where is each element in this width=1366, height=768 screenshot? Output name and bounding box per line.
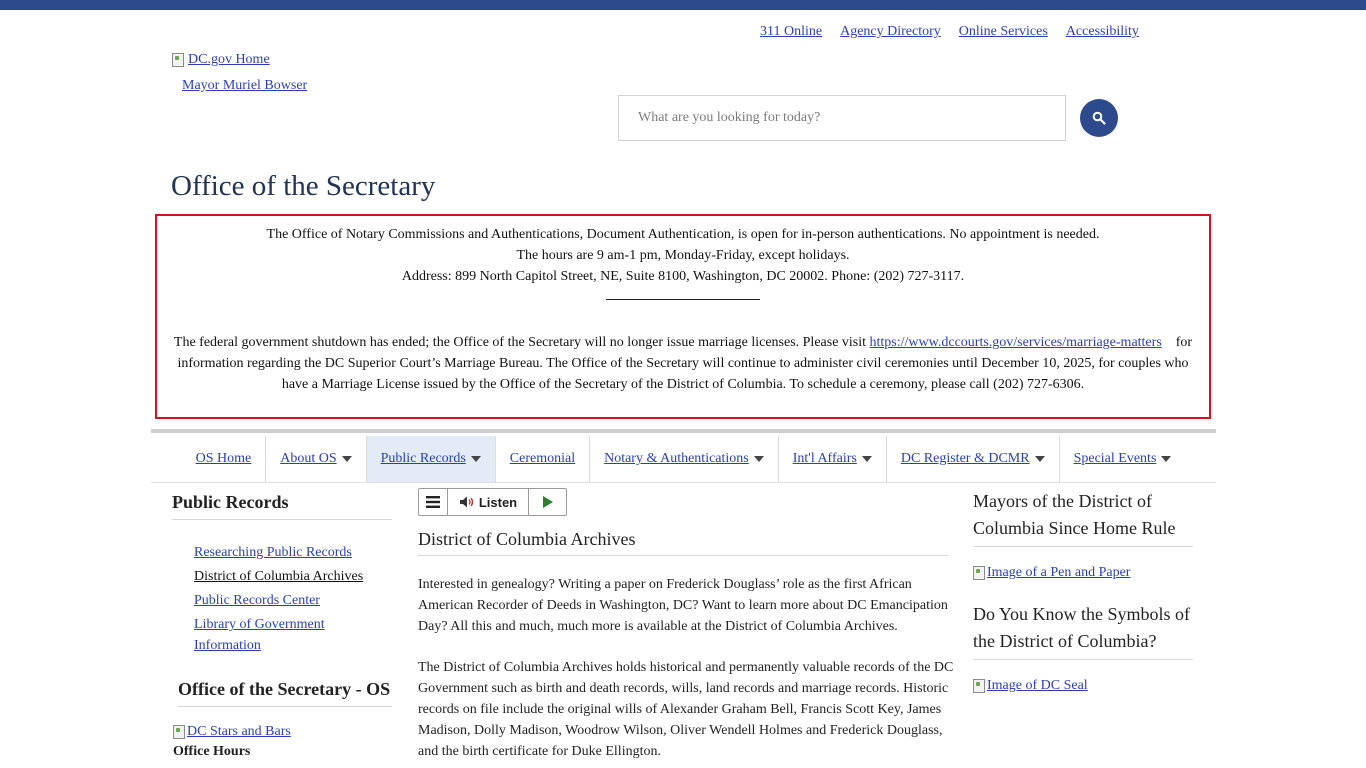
sidebar-heading-os: Office of the Secretary - OS <box>178 679 392 707</box>
symbols-heading: Do You Know the Symbols of the District … <box>973 601 1193 660</box>
utility-link-online-services[interactable]: Online Services <box>959 24 1048 40</box>
logo-alt-text: DC.gov Home <box>188 52 270 67</box>
listen-button[interactable]: Listen <box>448 489 529 515</box>
caret-down-icon[interactable] <box>470 456 481 462</box>
right-sidebar: Mayors of the District of Columbia Since… <box>973 488 1193 694</box>
alert-line-3: Address: 899 North Capitol Street, NE, S… <box>401 269 965 284</box>
nav-public-records[interactable]: Public Records <box>366 436 496 482</box>
nav-ceremonial-label[interactable]: Ceremonial <box>510 451 575 467</box>
alert-paragraph: The federal government shutdown has ende… <box>171 332 1195 395</box>
menu-icon <box>426 496 440 508</box>
broken-image-icon <box>172 53 184 67</box>
readspeaker-listen-bar: Listen <box>418 488 567 516</box>
caret-down-icon[interactable] <box>341 456 352 462</box>
caret-down-icon[interactable] <box>1034 456 1045 462</box>
main-nav: OS Home About OS Public Records Ceremoni… <box>151 436 1216 483</box>
dc-stars-image-link[interactable]: DC Stars and Bars <box>173 724 291 740</box>
dcgov-home-logo-link[interactable]: DC.gov Home <box>172 52 270 68</box>
play-icon <box>542 496 553 508</box>
sidebar-item-records-center: Public Records Center <box>194 590 392 611</box>
sidebar-link-archives[interactable]: District of Columbia Archives <box>194 569 363 584</box>
sidebar-item-archives: District of Columbia Archives <box>194 566 392 587</box>
dc-seal-image-link[interactable]: Image of DC Seal <box>973 678 1193 694</box>
main-heading: District of Columbia Archives <box>418 529 948 556</box>
marriage-matters-link[interactable]: https://www.dccourts.gov/services/marria… <box>870 335 1162 350</box>
page-title: Office of the Secretary <box>171 170 436 202</box>
nav-dc-register[interactable]: DC Register & DCMR <box>887 436 1060 482</box>
alert-line-2: The hours are 9 am-1 pm, Monday-Friday, … <box>516 248 850 263</box>
nav-os-home[interactable]: OS Home <box>182 436 267 482</box>
utility-links: 311 Online Agency Directory Online Servi… <box>760 24 1139 40</box>
mayor-link[interactable]: Mayor Muriel Bowser <box>182 78 307 94</box>
speaker-icon <box>459 496 474 508</box>
left-sidebar: Public Records Researching Public Record… <box>172 492 392 659</box>
caret-down-icon[interactable] <box>861 456 872 462</box>
sidebar-link-researching[interactable]: Researching Public Records <box>194 545 352 560</box>
pen-paper-image-link[interactable]: Image of a Pen and Paper <box>973 565 1193 581</box>
nav-notary-label[interactable]: Notary & Authentications <box>604 451 749 467</box>
sidebar-item-researching: Researching Public Records <box>194 542 392 563</box>
sidebar-link-records-center[interactable]: Public Records Center <box>194 593 320 608</box>
utility-link-accessibility[interactable]: Accessibility <box>1066 24 1139 40</box>
alert-box: The Office of Notary Commissions and Aut… <box>155 214 1211 419</box>
mayors-heading: Mayors of the District of Columbia Since… <box>973 488 1193 547</box>
sidebar-heading: Public Records <box>172 492 392 520</box>
nav-os-home-label[interactable]: OS Home <box>196 451 252 467</box>
listen-label: Listen <box>478 494 518 510</box>
utility-link-311-online[interactable]: 311 Online <box>760 24 822 40</box>
nav-public-records-label[interactable]: Public Records <box>381 451 466 467</box>
listen-play-button[interactable] <box>529 489 566 515</box>
main-paragraph-1: Interested in genealogy? Writing a paper… <box>418 577 948 634</box>
utility-link-agency-directory[interactable]: Agency Directory <box>840 24 941 40</box>
nav-notary-authentications[interactable]: Notary & Authentications <box>590 436 779 482</box>
nav-dc-register-label[interactable]: DC Register & DCMR <box>901 451 1030 467</box>
nav-top-rule <box>151 429 1216 433</box>
broken-image-icon <box>973 566 985 580</box>
nav-intl-affairs-label[interactable]: Int'l Affairs <box>793 451 857 467</box>
nav-about-os-label[interactable]: About OS <box>280 451 336 467</box>
nav-intl-affairs[interactable]: Int'l Affairs <box>779 436 887 482</box>
nav-ceremonial[interactable]: Ceremonial <box>496 436 591 482</box>
nav-special-events-label[interactable]: Special Events <box>1074 451 1157 467</box>
sidebar-item-library: Library of Government Information <box>194 614 392 656</box>
search-button[interactable] <box>1080 99 1118 137</box>
pen-paper-alt-text: Image of a Pen and Paper <box>987 565 1131 580</box>
search-icon <box>1092 111 1106 125</box>
office-hours-label: Office Hours <box>173 744 251 759</box>
broken-image-icon <box>973 679 985 693</box>
caret-down-icon[interactable] <box>753 456 764 462</box>
alert-line-1: The Office of Notary Commissions and Aut… <box>266 227 1100 242</box>
alert-paragraph-start: The federal government shutdown has ende… <box>173 335 870 350</box>
dc-seal-alt-text: Image of DC Seal <box>987 678 1088 693</box>
broken-image-icon <box>173 725 185 739</box>
top-brand-bar <box>0 0 1366 10</box>
main-paragraph-2: The District of Columbia Archives holds … <box>418 660 954 759</box>
caret-down-icon[interactable] <box>1161 456 1172 462</box>
sidebar-link-library[interactable]: Library of Government Information <box>194 617 325 653</box>
dc-stars-alt-text: DC Stars and Bars <box>187 724 291 739</box>
sidebar-links: Researching Public Records District of C… <box>172 520 392 656</box>
nav-about-os[interactable]: About OS <box>266 436 367 482</box>
alert-divider <box>606 299 760 300</box>
listen-menu-button[interactable] <box>419 489 448 515</box>
nav-special-events[interactable]: Special Events <box>1060 436 1186 482</box>
search-input[interactable] <box>618 95 1066 141</box>
